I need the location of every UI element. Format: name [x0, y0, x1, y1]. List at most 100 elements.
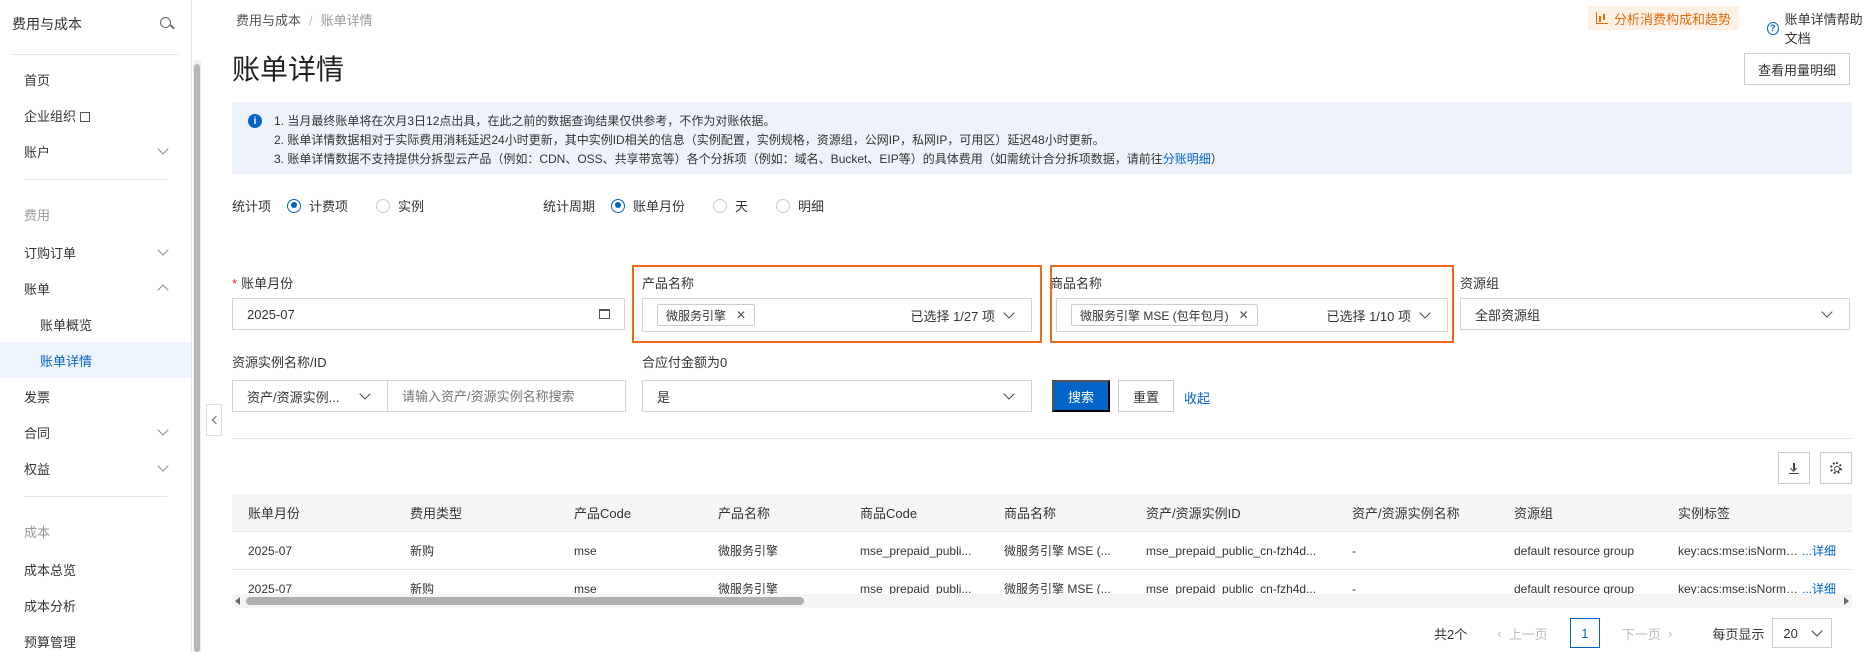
sidebar-item-bill-overview[interactable]: 账单概览 [0, 306, 191, 342]
chevron-down-icon [1811, 625, 1824, 637]
instance-label: 资源实例名称/ID [232, 355, 327, 370]
sidebar-group-fee: 费用 [24, 207, 51, 223]
sidebar-item-bill-detail[interactable]: 账单详情 [0, 342, 191, 378]
collapse-link[interactable]: 收起 [1184, 388, 1210, 407]
resource-group-select[interactable]: 全部资源组 [1460, 298, 1850, 330]
table-cell: default resource group [1514, 543, 1635, 558]
stat-item-label: 统计项 [232, 199, 272, 214]
table-horizontal-scrollbar[interactable] [232, 594, 1852, 608]
instance-type-select[interactable]: 资产/资源实例... [232, 380, 388, 412]
highlight-box-commodity [1050, 265, 1454, 343]
search-button[interactable]: 搜索 [1052, 380, 1110, 412]
sidebar-item-rights[interactable]: 权益 [0, 450, 191, 486]
breadcrumb-current: 账单详情 [320, 13, 373, 28]
radio-bill-month[interactable]: 账单月份 [611, 196, 685, 215]
app: 费用与成本 首页 企业组织 账户 费用 订购订单 账单 账单概览 账单详情 发票… [0, 0, 1875, 652]
chevron-down-icon [157, 460, 169, 472]
table-cell: 2025-07 [248, 543, 293, 558]
chevron-down-icon [1821, 306, 1833, 318]
sidebar-scrollbar[interactable] [193, 60, 201, 652]
stat-period-group: 统计周期 账单月份 天 明细 [543, 196, 852, 215]
chevron-up-icon [157, 284, 169, 296]
sidebar-item-invoice[interactable]: 发票 [0, 378, 191, 414]
sidebar-header: 费用与成本 [0, 0, 191, 48]
divider [24, 179, 167, 180]
reset-button[interactable]: 重置 [1118, 380, 1174, 412]
analyze-trend-button[interactable]: 分析消费构成和趋势 [1588, 6, 1740, 30]
notice-box: i 1. 当月最终账单将在次月3日12点出具，在此之前的数据查询结果仅供参考，不… [232, 102, 1852, 174]
table-cell: mse_prepaid_public_cn-fzh4d... [1146, 543, 1317, 558]
pagination: 共2个 ‹ 上一页 1 下一页 › 每页显示 20 [1434, 618, 1833, 648]
scrollbar-thumb[interactable] [246, 597, 804, 605]
prev-page-button[interactable]: ‹ 上一页 [1497, 624, 1548, 643]
column-header: 费用类型 [410, 506, 463, 521]
breadcrumb: 费用与成本 / 账单详情 [236, 10, 373, 29]
split-detail-link[interactable]: 分账明细 [1163, 152, 1211, 166]
download-icon [1789, 462, 1799, 474]
question-icon: ? [1767, 21, 1779, 35]
scroll-left-icon[interactable] [235, 597, 240, 605]
table-header: 账单月份 费用类型 产品Code 产品名称 商品Code 商品名称 资产/资源实… [232, 494, 1852, 532]
chevron-down-icon [359, 388, 371, 400]
search-icon[interactable] [159, 16, 175, 32]
divider [232, 438, 1852, 439]
sidebar-item-orders[interactable]: 订购订单 [0, 234, 191, 270]
detail-link[interactable]: ...详细 [1802, 542, 1852, 559]
page-size-select[interactable]: 20 [1772, 618, 1833, 648]
sidebar-group-cost: 成本 [24, 524, 51, 540]
zero-amount-select[interactable]: 是 [642, 380, 1032, 412]
table-row: 2025-07 新购 mse 微服务引擎 mse_prepaid_publi..… [232, 532, 1852, 570]
sidebar-item-budget[interactable]: 预算管理 [0, 623, 191, 652]
settings-button[interactable] [1820, 452, 1852, 484]
radio-billing-item[interactable]: 计费项 [287, 196, 348, 215]
gear-icon [1830, 462, 1842, 474]
table-cell: mse [574, 543, 597, 558]
breadcrumb-root[interactable]: 费用与成本 [236, 13, 301, 28]
zero-amount-label: 合应付金额为0 [642, 355, 728, 370]
notice-line-2: 2. 账单详情数据相对于实际费用消耗延迟24小时更新，其中实例ID相关的信息（实… [274, 133, 1105, 147]
sidebar: 费用与成本 首页 企业组织 账户 费用 订购订单 账单 账单概览 账单详情 发票… [0, 0, 192, 652]
view-usage-button[interactable]: 查看用量明细 [1744, 53, 1850, 85]
stat-item-group: 统计项 计费项 实例 [232, 196, 452, 215]
scrollbar-thumb[interactable] [194, 64, 200, 652]
page-number[interactable]: 1 [1569, 618, 1600, 648]
table-cell: - [1352, 543, 1356, 558]
bill-month-picker[interactable]: 2025-07 [232, 298, 625, 330]
sidebar-item-home[interactable]: 首页 [0, 61, 191, 97]
column-header: 商品Code [860, 506, 918, 521]
sidebar-item-contract[interactable]: 合同 [0, 414, 191, 450]
bill-month-label: * 账单月份 [232, 276, 294, 291]
column-header: 实例标签 [1678, 506, 1731, 521]
highlight-box-product [632, 265, 1042, 343]
radio-instance[interactable]: 实例 [376, 196, 424, 215]
sidebar-item-bill[interactable]: 账单 [0, 270, 191, 306]
chevron-down-icon [157, 424, 169, 436]
radio-day[interactable]: 天 [713, 196, 748, 215]
next-page-button[interactable]: 下一页 › [1622, 624, 1673, 643]
bill-table: 账单月份 费用类型 产品Code 产品名称 商品Code 商品名称 资产/资源实… [232, 494, 1852, 608]
radio-detail[interactable]: 明细 [776, 196, 824, 215]
help-doc-link[interactable]: ? 账单详情帮助文档 [1767, 9, 1875, 47]
instance-search-input[interactable] [387, 380, 626, 412]
sidebar-title: 费用与成本 [12, 16, 82, 32]
column-header: 产品Code [574, 506, 632, 521]
download-button[interactable] [1778, 452, 1810, 484]
calendar-icon [599, 309, 610, 319]
chevron-down-icon [157, 143, 169, 155]
page-size-label: 每页显示 [1712, 626, 1765, 642]
table-cell: mse_prepaid_publi... [860, 543, 972, 558]
bar-chart-icon [1596, 12, 1608, 24]
sidebar-item-account[interactable]: 账户 [0, 133, 191, 169]
sidebar-item-enterprise[interactable]: 企业组织 [0, 97, 191, 133]
table-cell: 新购 [410, 544, 435, 558]
sidebar-collapse-button[interactable] [206, 404, 222, 436]
table-cell: 微服务引擎 [718, 544, 779, 558]
notice-line-1: 1. 当月最终账单将在次月3日12点出具，在此之前的数据查询结果仅供参考，不作为… [274, 114, 776, 128]
column-header: 账单月份 [248, 506, 301, 521]
main-content: 费用与成本 / 账单详情 分析消费构成和趋势 ? 账单详情帮助文档 账单详情 查看用… [232, 0, 1875, 652]
sidebar-item-cost-analysis[interactable]: 成本分析 [0, 587, 191, 623]
scroll-right-icon[interactable] [1844, 597, 1849, 605]
column-header: 资产/资源实例ID [1146, 506, 1241, 521]
sidebar-item-cost-overview[interactable]: 成本总览 [0, 551, 191, 587]
total-count: 共2个 [1434, 626, 1468, 642]
